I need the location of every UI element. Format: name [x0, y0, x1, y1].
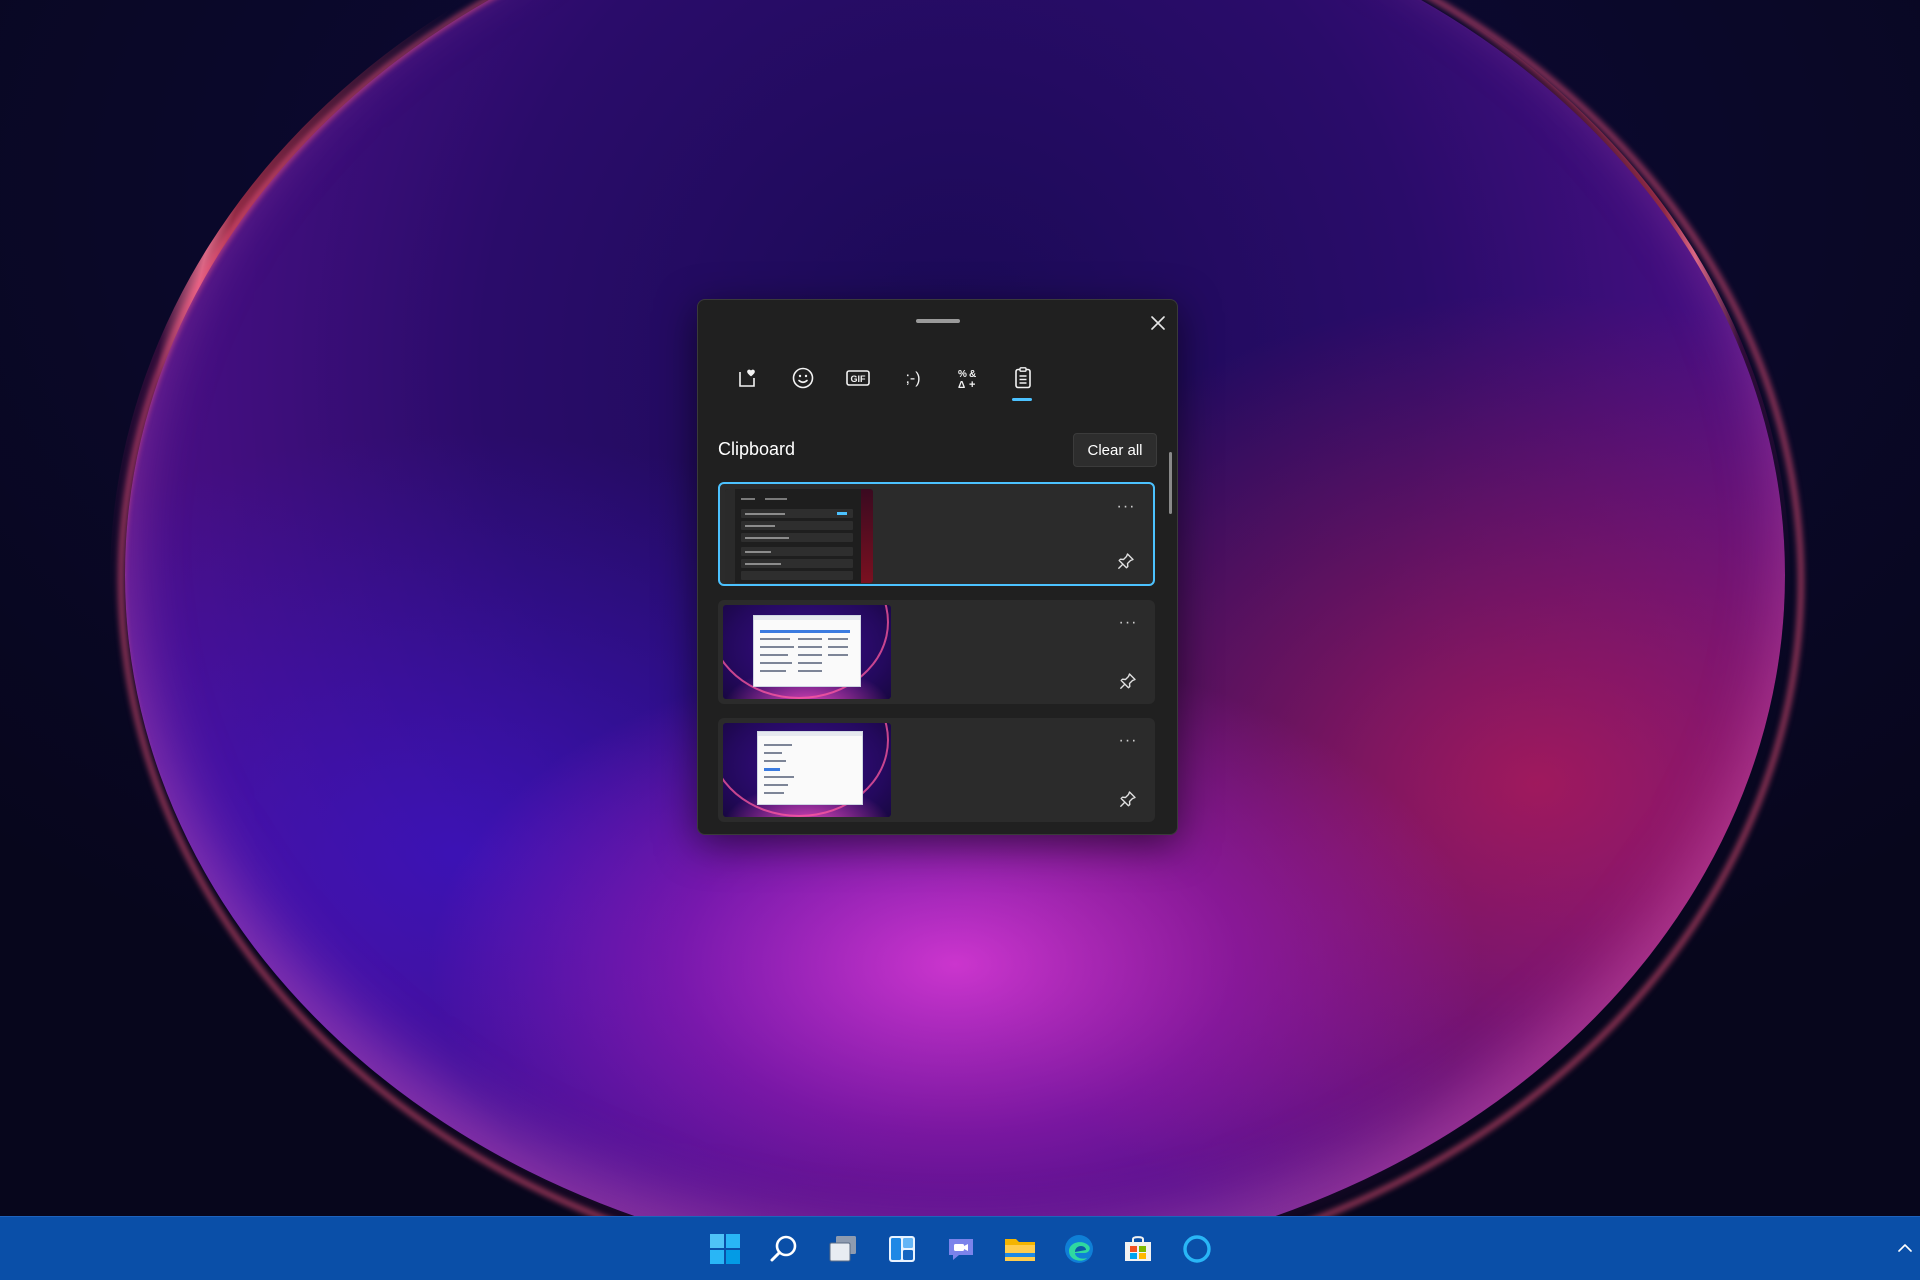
gif-icon: GIF [845, 370, 870, 386]
taskbar-cortana-button[interactable] [1167, 1225, 1226, 1273]
start-icon [709, 1234, 740, 1264]
tab-clipboard[interactable] [995, 355, 1050, 401]
close-button[interactable] [1144, 309, 1172, 337]
taskbar-search-button[interactable] [754, 1225, 813, 1273]
pin-button[interactable] [1113, 548, 1139, 574]
tab-favorites[interactable] [720, 355, 775, 401]
clipboard-item[interactable]: ··· [718, 600, 1155, 704]
clipboard-item-thumbnail [723, 605, 891, 699]
clipboard-item[interactable]: ··· [718, 482, 1155, 586]
emoji-icon [792, 367, 813, 389]
svg-text:+: + [969, 379, 975, 390]
svg-text:GIF: GIF [850, 374, 866, 384]
teams-chat-icon [948, 1239, 973, 1260]
tab-emoji[interactable] [775, 355, 830, 401]
taskbar-widgets-button[interactable] [872, 1225, 931, 1273]
pin-icon [1120, 673, 1136, 689]
close-icon [1151, 316, 1165, 330]
cortana-icon [1182, 1235, 1211, 1263]
more-options-button[interactable]: ··· [1115, 730, 1141, 752]
pin-icon [1120, 791, 1136, 807]
section-title: Clipboard [718, 439, 796, 459]
scrollbar[interactable] [1169, 452, 1172, 514]
taskbar-store-button[interactable] [1108, 1225, 1167, 1273]
chevron-up-icon [1898, 1244, 1912, 1252]
clipboard-icon [1014, 367, 1031, 389]
svg-text:Δ: Δ [958, 380, 965, 390]
svg-text:;-): ;-) [905, 370, 920, 387]
drag-handle[interactable] [916, 319, 960, 323]
clipboard-item-thumbnail [725, 489, 873, 583]
favorites-heart-icon [738, 369, 755, 387]
pin-button[interactable] [1115, 786, 1141, 812]
taskbar-start-button[interactable] [695, 1225, 754, 1273]
edge-icon [1064, 1235, 1093, 1263]
clipboard-panel: GIF ;-) % & Δ + Clipboard Clear all ··· … [697, 299, 1178, 835]
file-explorer-icon [1004, 1239, 1035, 1261]
taskbar-edge-button[interactable] [1049, 1225, 1108, 1273]
clipboard-item[interactable]: ··· [718, 718, 1155, 822]
more-options-button[interactable]: ··· [1113, 496, 1139, 518]
more-options-button[interactable]: ··· [1115, 612, 1141, 634]
store-icon [1124, 1236, 1151, 1261]
pin-button[interactable] [1115, 668, 1141, 694]
taskbar-task-view-button[interactable] [813, 1225, 872, 1273]
panel-tabs: GIF ;-) % & Δ + [720, 355, 1050, 405]
svg-text:%: % [958, 369, 967, 380]
taskbar [0, 1216, 1920, 1280]
clipboard-item-thumbnail [723, 723, 891, 817]
pin-icon [1118, 553, 1134, 569]
show-hidden-icons-button[interactable] [1894, 1237, 1916, 1259]
taskbar-chat-button[interactable] [931, 1225, 990, 1273]
tab-gif[interactable]: GIF [830, 355, 885, 401]
taskbar-file-explorer-button[interactable] [990, 1225, 1049, 1273]
widgets-icon [888, 1236, 915, 1262]
task-view-icon [829, 1236, 856, 1262]
taskbar-pinned-apps [695, 1225, 1226, 1273]
tab-kaomoji[interactable]: ;-) [885, 355, 940, 401]
symbols-icon: % & Δ + [958, 369, 976, 390]
search-icon [770, 1235, 796, 1262]
kaomoji-icon: ;-) [905, 370, 920, 387]
tab-symbols[interactable]: % & Δ + [940, 355, 995, 401]
clear-all-button[interactable]: Clear all [1073, 433, 1157, 467]
